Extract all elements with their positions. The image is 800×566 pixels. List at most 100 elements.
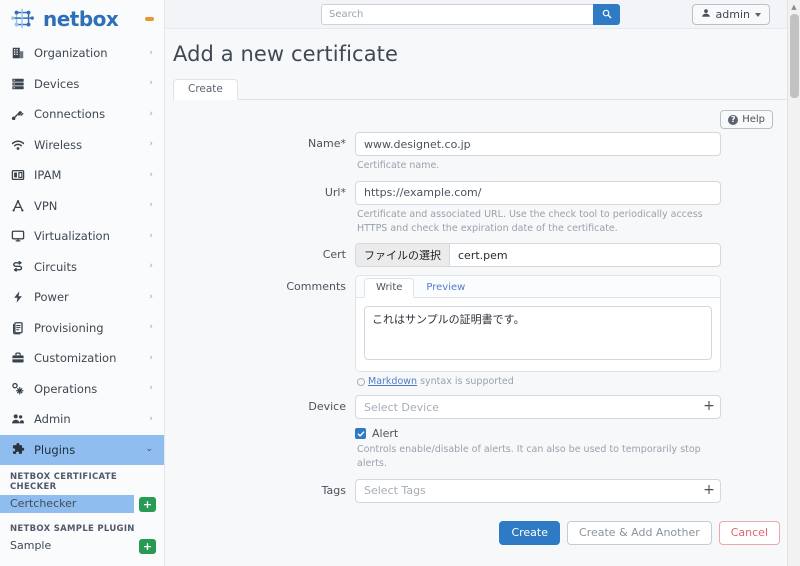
user-menu-button[interactable]: admin: [692, 4, 770, 25]
device-select[interactable]: Select Device +: [355, 395, 721, 419]
create-button[interactable]: Create: [499, 521, 560, 545]
brand[interactable]: netbox: [0, 0, 164, 38]
cert-file-input[interactable]: ファイルの選択 cert.pem: [355, 243, 721, 267]
chevron-right-icon: ›: [149, 262, 153, 271]
sidebar-item-admin[interactable]: Admin ›: [0, 404, 164, 435]
chevron-right-icon: ›: [149, 384, 153, 393]
markdown-note-suffix: syntax is supported: [420, 376, 514, 387]
sidebar-item-label: Customization: [34, 351, 140, 365]
field-tags-label: Tags: [173, 479, 355, 503]
field-device-control: Select Device + Alert Con: [355, 395, 721, 471]
help-button[interactable]: ? Help: [720, 110, 773, 129]
tab-preview[interactable]: Preview: [414, 278, 477, 298]
plugins-icon: [10, 442, 25, 457]
netbox-logo-icon: [10, 7, 36, 31]
field-cert-row: Cert ファイルの選択 cert.pem: [173, 243, 790, 267]
search-button[interactable]: [593, 4, 620, 25]
sidebar-item-vpn[interactable]: VPN ›: [0, 191, 164, 222]
sidebar-item-virtualization[interactable]: Virtualization›: [0, 221, 164, 252]
chevron-right-icon: ›: [149, 293, 153, 302]
connections-icon: [10, 107, 25, 122]
tab-write[interactable]: Write: [364, 278, 414, 298]
sidebar-item-wireless[interactable]: Wireless›: [0, 130, 164, 161]
sidebar-item-ipam[interactable]: IPAM ›: [0, 160, 164, 191]
field-name-help: Certificate name.: [355, 156, 715, 173]
chevron-right-icon: ›: [149, 201, 153, 210]
sidebar-item-plugins[interactable]: Plugins⌄: [0, 435, 164, 466]
sidebar-item-label: Provisioning: [34, 321, 140, 335]
plugin-link-certchecker[interactable]: Certchecker: [0, 495, 134, 513]
sidebar-item-provisioning[interactable]: Provisioning ›: [0, 313, 164, 344]
markdown-link[interactable]: Markdown: [368, 376, 417, 387]
form-content: ? Help Name* Certificate name.: [165, 100, 800, 545]
sidebar-item-label: Virtualization: [34, 229, 140, 243]
tags-select-placeholder: Select Tags: [356, 484, 698, 497]
sidebar-item-power[interactable]: Power ›: [0, 282, 164, 313]
pin-icon[interactable]: [145, 17, 154, 21]
certificate-form: Name* Certificate name. Url* Certi: [173, 132, 790, 545]
tags-select[interactable]: Select Tags +: [355, 479, 721, 503]
devices-icon: [10, 76, 25, 91]
circuits-icon: [10, 259, 25, 274]
help-button-label: Help: [742, 114, 765, 125]
sidebar-item-label: Circuits: [34, 260, 140, 274]
plugin-group-title: NETBOX SAMPLE PLUGIN: [0, 517, 164, 537]
sidebar-item-customization[interactable]: Customization›: [0, 343, 164, 374]
field-cert-control: ファイルの選択 cert.pem: [355, 243, 721, 267]
operations-icon: [10, 381, 25, 396]
tab-create[interactable]: Create: [173, 79, 238, 100]
form-actions: Create Create & Add Another Cancel: [173, 503, 790, 545]
plugin-link-sample[interactable]: Sample: [0, 537, 134, 555]
field-name-label: Name*: [173, 132, 355, 173]
search-input[interactable]: [321, 4, 593, 25]
chevron-right-icon: ›: [149, 171, 153, 180]
sidebar-item-label: Wireless: [34, 138, 140, 152]
create-and-add-another-button[interactable]: Create & Add Another: [567, 521, 712, 545]
virtualization-icon: [10, 229, 25, 244]
sidebar-item-label: VPN: [34, 199, 140, 213]
sidebar-item-label: Power: [34, 290, 140, 304]
sidebar-item-label: Organization: [34, 46, 140, 60]
plugin-add-button[interactable]: +: [139, 539, 156, 554]
add-tag-button[interactable]: +: [698, 483, 720, 499]
sidebar-item-label: Operations: [34, 382, 140, 396]
top-bar: admin: [165, 0, 800, 29]
plugin-add-button[interactable]: +: [139, 497, 156, 512]
chevron-down-icon: [755, 13, 761, 17]
question-circle-icon: ?: [728, 115, 738, 125]
cancel-button[interactable]: Cancel: [719, 521, 780, 545]
sidebar-item-organization[interactable]: Organization›: [0, 38, 164, 69]
comments-textarea[interactable]: これはサンプルの証明書です。: [364, 306, 712, 360]
field-tags-row: Tags Select Tags +: [173, 479, 790, 503]
choose-file-button[interactable]: ファイルの選択: [356, 244, 450, 266]
sidebar-item-circuits[interactable]: Circuits ›: [0, 252, 164, 283]
add-device-button[interactable]: +: [698, 399, 720, 415]
comments-body: これはサンプルの証明書です。: [356, 298, 720, 371]
search-group: [321, 4, 620, 25]
chevron-right-icon: ›: [149, 323, 153, 332]
device-select-placeholder: Select Device: [356, 401, 698, 414]
user-icon: [701, 8, 711, 21]
sidebar-item-devices[interactable]: Devices›: [0, 69, 164, 100]
sidebar: netbox Organization›Devices›Connections›…: [0, 0, 165, 566]
sidebar-item-label: IPAM: [34, 168, 140, 182]
field-url-row: Url* Certificate and associated URL. Use…: [173, 181, 790, 236]
ipam-icon: [10, 168, 25, 183]
field-url-label-text: Url: [325, 186, 341, 199]
sidebar-item-connections[interactable]: Connections›: [0, 99, 164, 130]
field-url-required: *: [341, 186, 347, 199]
field-url-label: Url*: [173, 181, 355, 236]
brand-name: netbox: [43, 9, 118, 29]
alert-checkbox[interactable]: [355, 428, 366, 439]
admin-icon: [10, 412, 25, 427]
scrollbar-thumb[interactable]: [790, 14, 799, 98]
name-input[interactable]: [355, 132, 721, 156]
scroll-up-arrow-icon[interactable]: ▲: [788, 0, 800, 13]
sidebar-item-label: Admin: [34, 412, 140, 426]
vertical-scrollbar[interactable]: ▲: [787, 0, 800, 566]
search-icon: [602, 7, 612, 22]
chevron-right-icon: ›: [149, 415, 153, 424]
field-name-label-text: Name: [308, 137, 340, 150]
sidebar-item-operations[interactable]: Operations ›: [0, 374, 164, 405]
url-input[interactable]: [355, 181, 721, 205]
